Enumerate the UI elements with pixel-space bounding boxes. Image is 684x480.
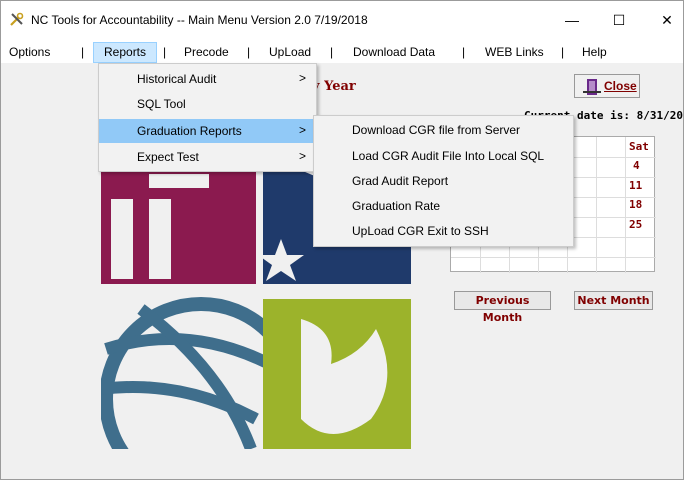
menu-item-load-cgr-audit[interactable]: Load CGR Audit File Into Local SQL xyxy=(314,144,573,169)
previous-month-button[interactable]: Previous Month xyxy=(454,291,551,324)
window-title: NC Tools for Accountability -- Main Menu… xyxy=(31,13,368,27)
menu-item-graduation-rate[interactable]: Graduation Rate xyxy=(314,194,573,219)
menu-item-expect-test[interactable]: Expect Test > xyxy=(99,145,316,169)
menu-options[interactable]: Options xyxy=(9,45,50,59)
menu-item-label: SQL Tool xyxy=(137,97,186,111)
calendar-day-cell[interactable]: 4 xyxy=(633,159,640,172)
title-bar: NC Tools for Accountability -- Main Menu… xyxy=(1,1,683,41)
menu-separator: | xyxy=(81,45,85,59)
menu-item-label: Load CGR Audit File Into Local SQL xyxy=(352,149,545,163)
menu-item-label: Graduation Reports xyxy=(137,124,242,138)
menu-reports[interactable]: Reports xyxy=(104,45,146,59)
menu-item-label: Expect Test xyxy=(137,150,199,164)
submenu-arrow-icon: > xyxy=(299,149,307,163)
menu-item-upload-cgr-exit[interactable]: UpLoad CGR Exit to SSH xyxy=(314,219,573,244)
menu-item-label: Graduation Rate xyxy=(352,199,441,213)
calendar-day-cell[interactable]: 11 xyxy=(629,179,642,192)
menu-item-graduation-reports[interactable]: Graduation Reports > xyxy=(99,119,316,143)
close-button-label: Close xyxy=(604,79,637,93)
menu-item-sql-tool[interactable]: SQL Tool xyxy=(99,92,316,116)
menu-item-download-cgr[interactable]: Download CGR file from Server xyxy=(314,118,573,143)
menu-download-data[interactable]: Download Data xyxy=(353,45,435,59)
calendar-title: y Year xyxy=(312,79,356,94)
next-month-button[interactable]: Next Month xyxy=(574,291,653,310)
calendar-day-header: Sat xyxy=(629,140,649,153)
door-exit-icon xyxy=(583,79,601,95)
calendar-day-cell[interactable]: 18 xyxy=(629,198,642,211)
menu-separator: | xyxy=(163,45,167,59)
submenu-arrow-icon: > xyxy=(299,71,307,85)
menu-item-label: Grad Audit Report xyxy=(352,174,449,188)
menu-precode[interactable]: Precode xyxy=(184,45,229,59)
reports-dropdown: Historical Audit > SQL Tool Graduation R… xyxy=(98,63,317,172)
menu-separator: | xyxy=(561,45,565,59)
menu-item-historical-audit[interactable]: Historical Audit > xyxy=(99,67,316,91)
minimize-button[interactable]: — xyxy=(557,7,587,33)
menu-item-grad-audit-report[interactable]: Grad Audit Report xyxy=(314,169,573,194)
menu-web-links[interactable]: WEB Links xyxy=(485,45,544,59)
close-window-button[interactable]: ✕ xyxy=(652,7,682,33)
menu-separator: | xyxy=(462,45,466,59)
close-button[interactable]: Close xyxy=(574,74,640,98)
menu-upload[interactable]: UpLoad xyxy=(269,45,311,59)
graduation-reports-submenu: Download CGR file from Server Load CGR A… xyxy=(313,115,574,247)
main-window: NC Tools for Accountability -- Main Menu… xyxy=(0,0,684,480)
menu-separator: | xyxy=(330,45,334,59)
calendar-day-cell[interactable]: 25 xyxy=(629,218,642,231)
menu-item-label: Download CGR file from Server xyxy=(352,123,521,137)
menu-separator: | xyxy=(247,45,251,59)
menu-item-label: UpLoad CGR Exit to SSH xyxy=(352,224,489,238)
menu-item-label: Historical Audit xyxy=(137,72,217,86)
maximize-button[interactable]: ☐ xyxy=(604,7,634,33)
menu-help[interactable]: Help xyxy=(582,45,607,59)
tools-icon xyxy=(10,12,24,26)
submenu-arrow-icon: > xyxy=(299,123,307,137)
